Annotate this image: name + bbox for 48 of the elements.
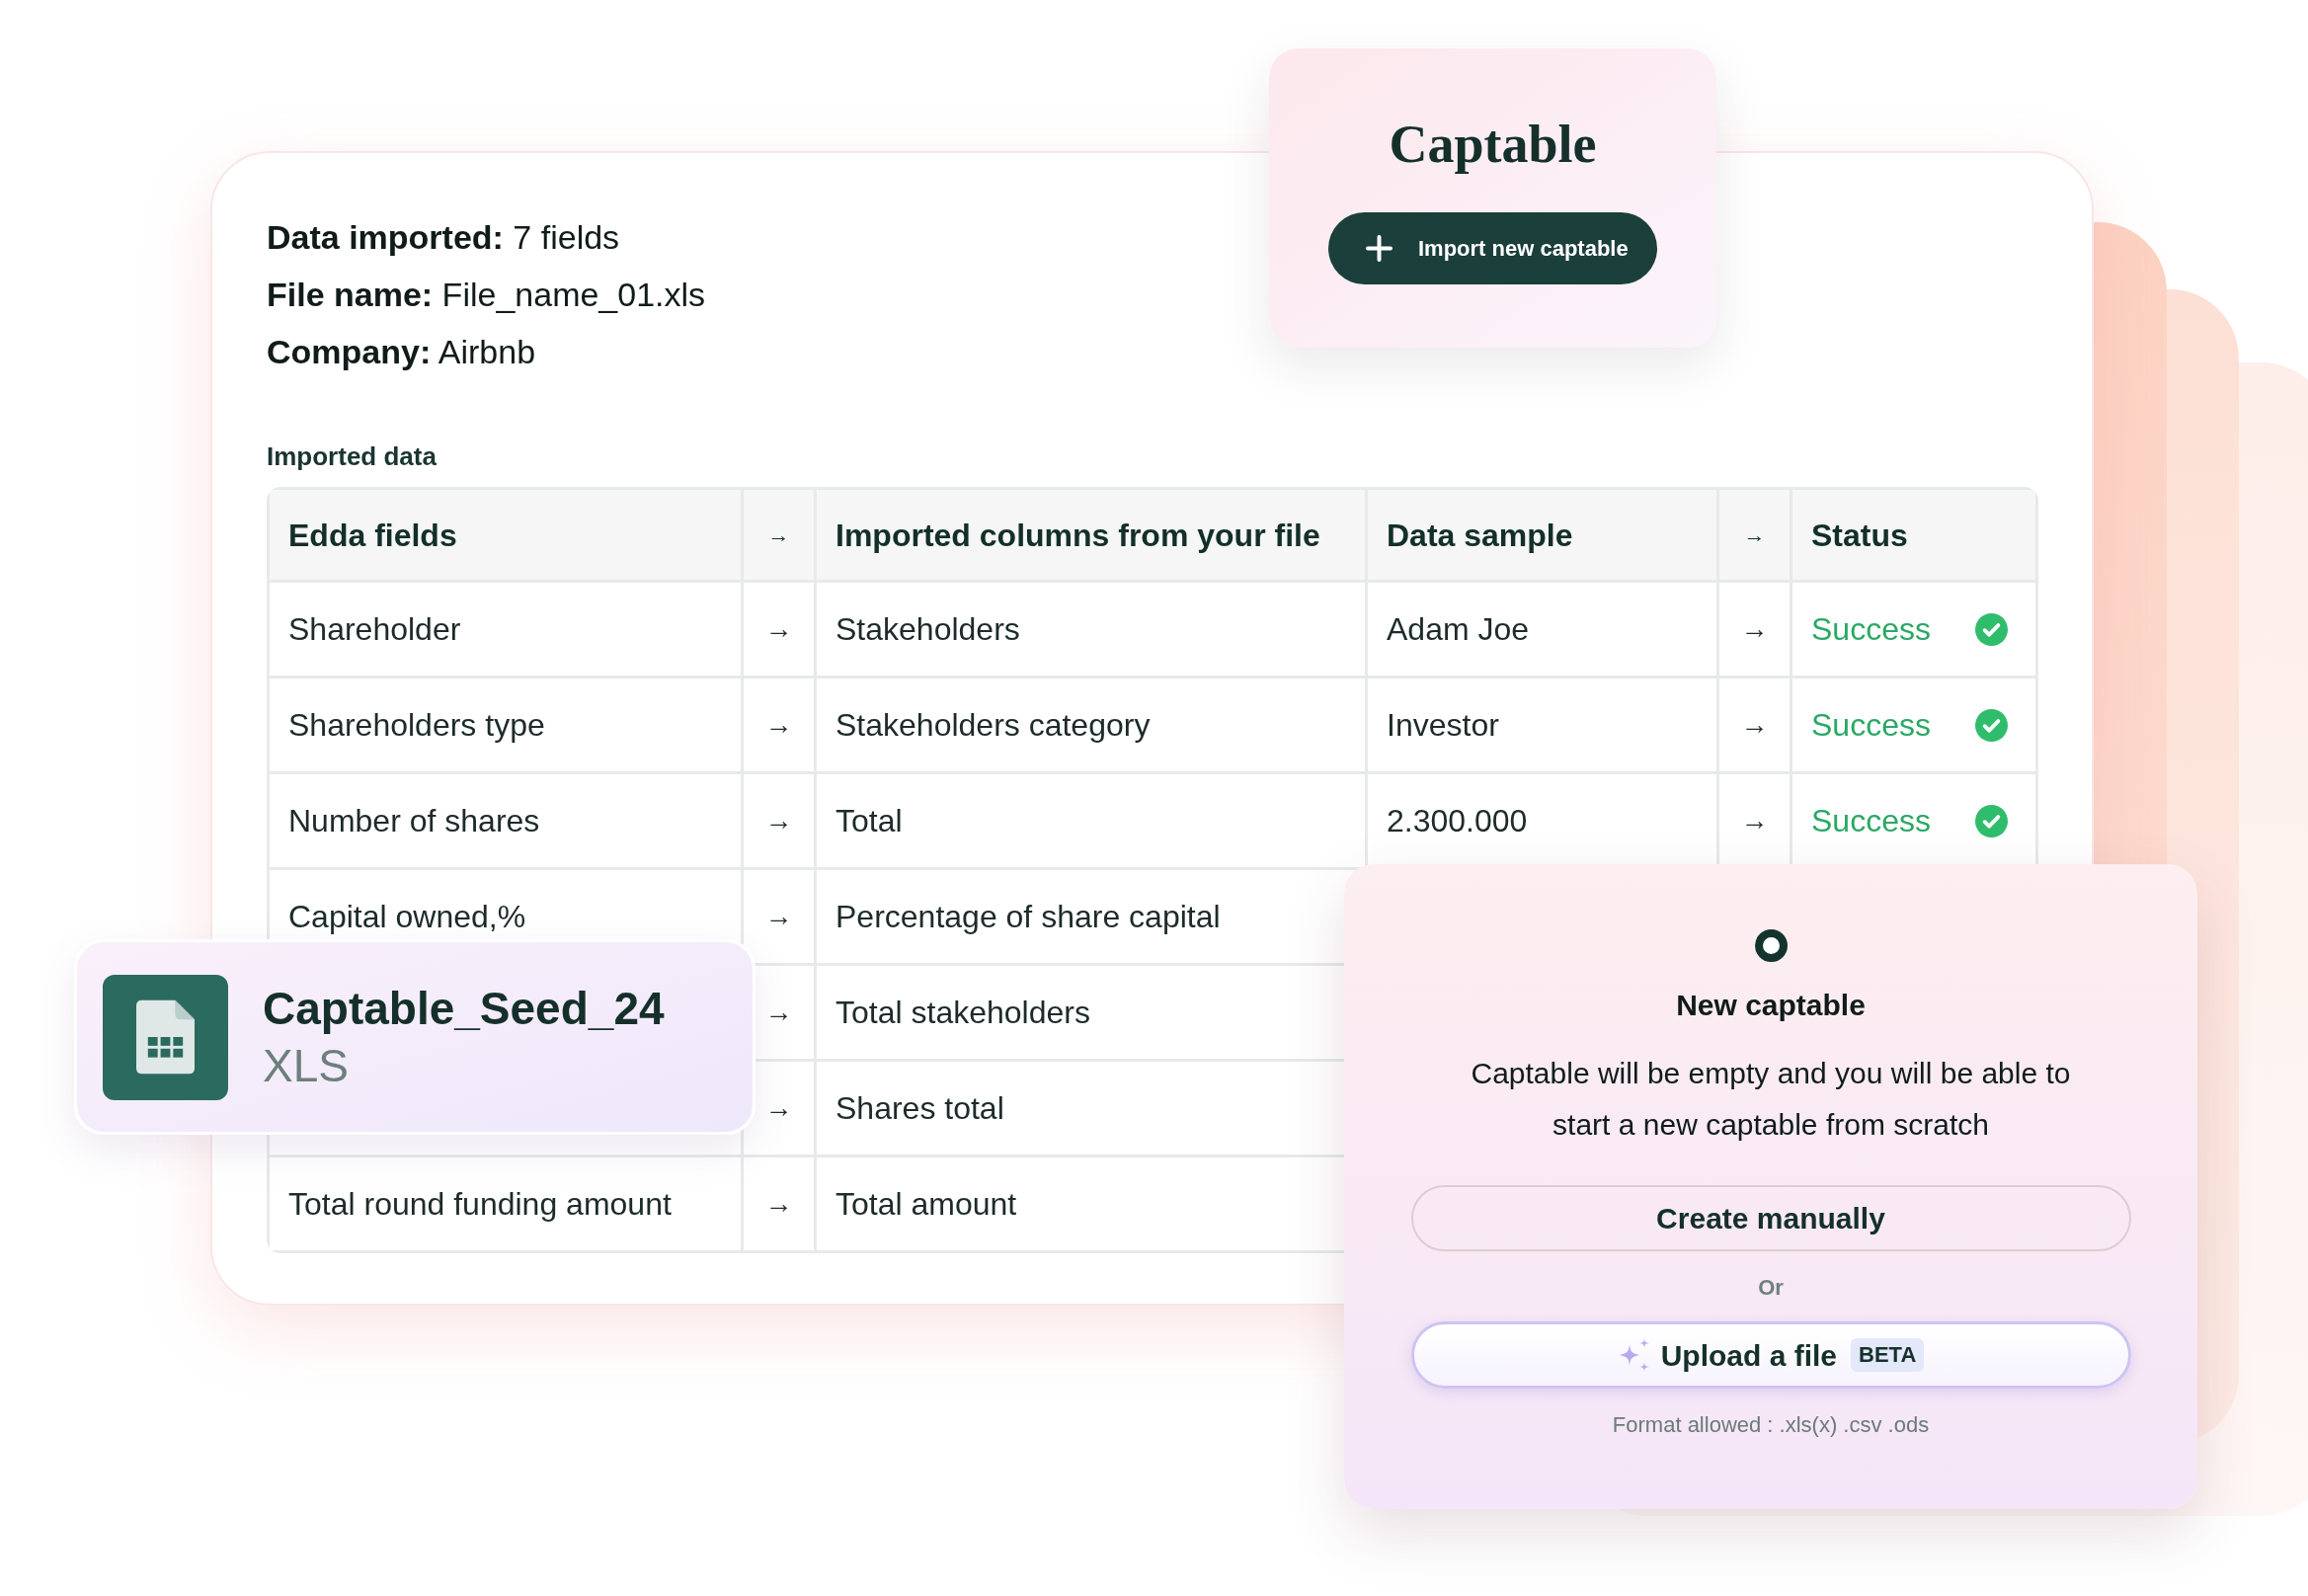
column-header: Data sample bbox=[1368, 490, 1716, 580]
column-header: Imported columns from your file bbox=[817, 490, 1365, 580]
file-type: XLS bbox=[263, 1039, 350, 1093]
card-title: Captable bbox=[1389, 114, 1597, 176]
dialog-title: New captable bbox=[1676, 988, 1866, 1023]
table-cell: → bbox=[744, 583, 814, 676]
table-cell: Total bbox=[817, 774, 1365, 867]
table-cell: Adam Joe bbox=[1368, 583, 1716, 676]
status-text: Success bbox=[1811, 706, 1931, 745]
table-cell: → bbox=[1719, 678, 1790, 771]
summary-line: Company: Airbnb bbox=[267, 332, 536, 372]
table-cell: Shareholder bbox=[270, 583, 741, 676]
check-circle-icon bbox=[1975, 612, 2008, 646]
dialog-description: Captable will be empty and you will be able to start a new captable from scratch bbox=[1470, 1056, 2072, 1143]
beta-badge: BETA bbox=[1851, 1338, 1925, 1372]
import-button[interactable]: Import new captable bbox=[1328, 212, 1657, 284]
plus-icon bbox=[1366, 235, 1393, 262]
check-circle-icon bbox=[1975, 708, 2008, 742]
summary-line: File name: File_name_01.xls bbox=[267, 275, 706, 315]
table-cell: → bbox=[744, 1157, 814, 1250]
column-header: Edda fields bbox=[270, 490, 741, 580]
status-text: Success bbox=[1811, 802, 1931, 840]
table-cell: → bbox=[744, 678, 814, 771]
check-circle-icon bbox=[1975, 804, 2008, 838]
column-header: Status bbox=[1792, 490, 2035, 580]
table-cell: → bbox=[744, 774, 814, 867]
section-label: Imported data bbox=[267, 440, 437, 473]
table-cell: Total round funding amount bbox=[270, 1157, 741, 1250]
status-text: Success bbox=[1811, 610, 1931, 649]
table-cell: Stakeholders bbox=[817, 583, 1365, 676]
format-hint: Format allowed : .xls(x) .csv .ods bbox=[1612, 1411, 1930, 1439]
column-header: → bbox=[1719, 490, 1790, 580]
column-header: → bbox=[744, 490, 814, 580]
table-cell: → bbox=[1719, 774, 1790, 867]
create-manually-button[interactable]: Create manually bbox=[1410, 1185, 2131, 1251]
table-cell: → bbox=[1719, 583, 1790, 676]
upload-file-button[interactable]: Upload a file BETA bbox=[1410, 1321, 2131, 1389]
table-cell: 2.300.000 bbox=[1368, 774, 1716, 867]
table-cell: Number of shares bbox=[270, 774, 741, 867]
table-cell: → bbox=[744, 870, 814, 963]
table-cell: Investor bbox=[1368, 678, 1716, 771]
summary-line: Data imported: 7 fields bbox=[267, 217, 620, 258]
separator-text: Or bbox=[1758, 1274, 1784, 1302]
file-name: Captable_Seed_24 bbox=[263, 982, 665, 1036]
spreadsheet-file-icon bbox=[103, 974, 228, 1100]
table-cell: Shareholders type bbox=[270, 678, 741, 771]
ring-icon bbox=[1754, 929, 1788, 962]
table-cell: Stakeholders category bbox=[817, 678, 1365, 771]
